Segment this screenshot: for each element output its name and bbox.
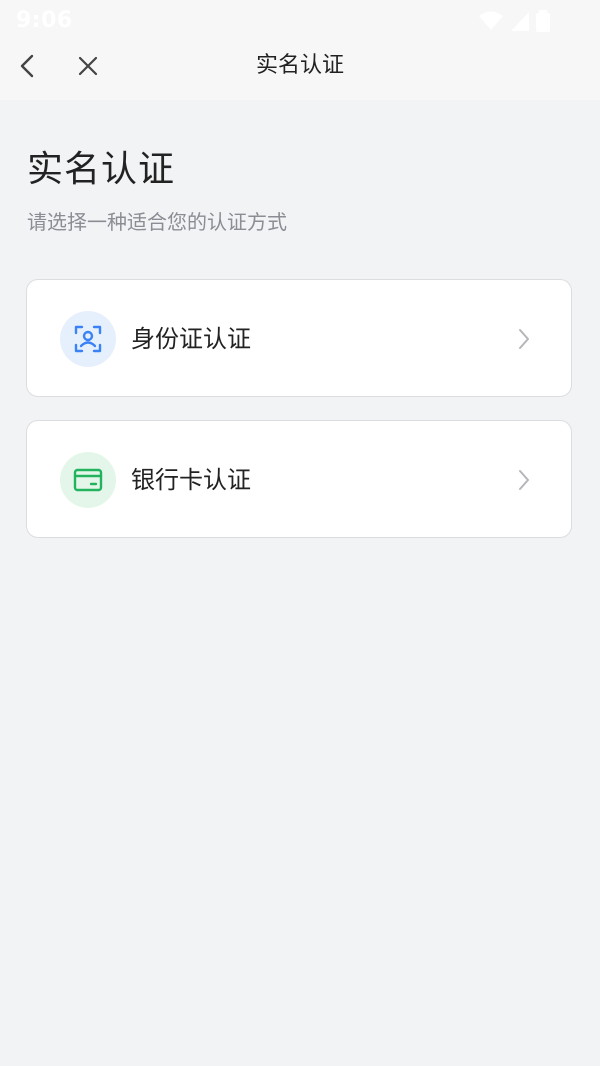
nav-title: 实名认证 [255, 53, 344, 78]
bank-card-icon [73, 468, 103, 492]
nav-bar: 实名认证 [0, 34, 600, 100]
id-card-icon-badge [60, 311, 116, 367]
chevron-right-icon [517, 468, 531, 492]
status-time: 9:06 [16, 8, 73, 33]
id-card-verification-option[interactable]: 身份证认证 [26, 279, 572, 397]
wifi-icon [479, 11, 503, 30]
chevron-right-icon [517, 327, 531, 351]
status-icons [478, 10, 550, 32]
signal-icon [511, 12, 529, 31]
option-label: 身份证认证 [131, 325, 251, 353]
main-content: 实名认证 请选择一种适合您的认证方式 身份证认证 银行卡认证 [0, 100, 600, 1066]
option-label: 银行卡认证 [131, 466, 251, 494]
bank-card-verification-option[interactable]: 银行卡认证 [26, 420, 572, 538]
page-subtitle: 请选择一种适合您的认证方式 [27, 210, 287, 234]
page-title: 实名认证 [27, 149, 176, 190]
battery-icon [536, 10, 550, 32]
bank-card-icon-badge [60, 452, 116, 508]
id-card-scan-icon [74, 325, 102, 353]
